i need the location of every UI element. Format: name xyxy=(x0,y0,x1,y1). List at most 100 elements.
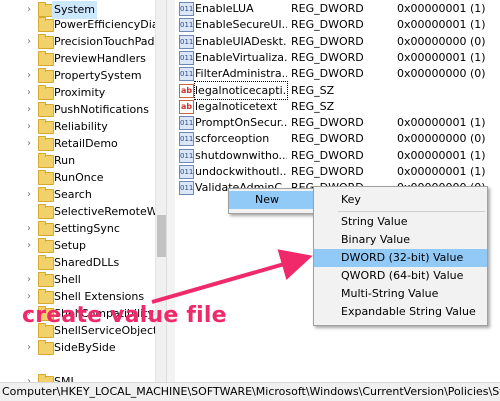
chevron-right-icon[interactable]: › xyxy=(24,84,34,102)
submenu-item[interactable]: DWORD (32-bit) Value xyxy=(314,249,487,267)
value-name: scforceoption xyxy=(195,132,270,146)
chevron-right-icon[interactable] xyxy=(24,254,34,272)
tree-item-label: Shell xyxy=(54,273,81,286)
chevron-right-icon[interactable]: › xyxy=(24,220,34,238)
context-menu-new-label: New xyxy=(255,193,279,206)
submenu-item[interactable]: Expandable String Value xyxy=(314,303,487,321)
dword-value-icon: 011 xyxy=(179,181,194,196)
dword-value-icon: 011 xyxy=(179,116,194,131)
value-row[interactable]: 011 FilterAdministra... REG_DWORD 0x0000000… xyxy=(175,65,500,82)
value-name: PromptOnSecur... xyxy=(195,116,287,130)
submenu-item[interactable]: Key xyxy=(314,191,487,209)
chevron-right-icon[interactable]: › xyxy=(24,135,34,153)
tree-item[interactable]: Run xyxy=(0,152,155,170)
tree-item[interactable]: › Search xyxy=(0,186,155,204)
value-type: REG_SZ xyxy=(291,83,335,97)
value-data: 0x00000001 (1) xyxy=(397,18,486,32)
tree-item[interactable]: RunOnce xyxy=(0,169,155,187)
tree-item[interactable]: › PushNotifications xyxy=(0,101,155,119)
chevron-right-icon[interactable] xyxy=(24,169,34,187)
tree-item[interactable]: › Shell xyxy=(0,271,155,289)
submenu-item[interactable]: Multi-String Value xyxy=(314,285,487,303)
value-data: 0x00000001 (1) xyxy=(397,116,486,130)
tree-item[interactable]: › Proximity xyxy=(0,84,155,102)
value-row[interactable]: 011 EnableUIADeskt... REG_DWORD 0x00000000 … xyxy=(175,33,500,50)
folder-icon xyxy=(38,255,54,270)
chevron-right-icon[interactable] xyxy=(24,203,34,221)
tree-item-label: Proximity xyxy=(54,86,106,99)
value-row[interactable]: 011 undockwithoutl... REG_DWORD 0x00000001 … xyxy=(175,163,500,180)
chevron-right-icon[interactable] xyxy=(24,152,34,170)
value-row[interactable]: 011 shutdownwitho... REG_DWORD 0x00000001 (… xyxy=(175,147,500,164)
tree-item[interactable]: SelectiveRemoteWipe xyxy=(0,203,166,221)
value-name: legalnoticetext xyxy=(195,99,278,113)
submenu-item-label: Binary Value xyxy=(341,233,411,246)
folder-icon xyxy=(38,51,54,66)
submenu-item[interactable]: String Value xyxy=(314,213,487,231)
tree-item[interactable]: › RetailDemo xyxy=(0,135,155,153)
tree-item-label: Run xyxy=(54,154,76,167)
tree-item-label: SharedDLLs xyxy=(54,256,120,269)
tree-scrollbar-thumb[interactable] xyxy=(157,215,166,257)
tree-item[interactable]: PreviewHandlers xyxy=(0,50,155,68)
chevron-right-icon[interactable]: › xyxy=(24,271,34,289)
chevron-right-icon[interactable]: › xyxy=(24,339,34,357)
chevron-right-icon[interactable]: › xyxy=(24,101,34,119)
value-row[interactable]: 011 EnableVirtualiza... REG_DWORD 0x0000000… xyxy=(175,49,500,66)
folder-icon xyxy=(38,17,54,32)
chevron-right-icon[interactable] xyxy=(24,356,34,374)
dword-value-icon: 011 xyxy=(179,148,194,163)
value-type: REG_SZ xyxy=(291,99,335,113)
tree-item-label: PropertySystem xyxy=(54,69,142,82)
tree-item[interactable] xyxy=(0,356,155,374)
tree-item-label: Setup xyxy=(54,239,87,252)
chevron-right-icon[interactable] xyxy=(24,16,34,34)
value-row[interactable]: 011 scforceoption REG_DWORD 0x00000000 (0) xyxy=(175,130,500,147)
chevron-right-icon[interactable]: › xyxy=(24,118,34,136)
chevron-right-icon[interactable]: › xyxy=(24,373,34,382)
value-row[interactable]: 011 EnableSecureUI... REG_DWORD 0x00000001 … xyxy=(175,16,500,33)
folder-icon xyxy=(38,272,54,287)
tree-item[interactable]: SharedDLLs xyxy=(0,254,155,272)
value-row[interactable]: ab legalnoticecapti... REG_SZ xyxy=(175,80,500,100)
chevron-right-icon[interactable]: › xyxy=(24,67,34,85)
tree-item[interactable]: › Reliability xyxy=(0,118,155,136)
chevron-right-icon[interactable] xyxy=(24,50,34,68)
dword-value-icon: 011 xyxy=(179,165,194,179)
tree-item-label: Reliability xyxy=(54,120,108,133)
chevron-right-icon[interactable]: › xyxy=(24,237,34,255)
chevron-right-icon[interactable]: › xyxy=(24,186,34,204)
submenu-item-label: DWORD (32-bit) Value xyxy=(341,251,464,264)
folder-icon xyxy=(38,85,54,100)
tree-item-label: SettingSync xyxy=(54,222,120,235)
tree-item-label: PrecisionTouchPad xyxy=(54,35,155,48)
dword-value-icon: 011 xyxy=(179,18,194,33)
tree-item[interactable]: › Setup xyxy=(0,237,155,255)
dword-value-icon: 011 xyxy=(179,2,194,16)
tree-item[interactable]: › SettingSync xyxy=(0,220,155,238)
folder-icon xyxy=(38,34,54,49)
value-row[interactable]: 011 PromptOnSecur... REG_DWORD 0x00000001 (… xyxy=(175,114,500,131)
value-row[interactable]: ab legalnoticetext REG_SZ xyxy=(175,98,500,115)
tree-item-label: SideBySide xyxy=(54,341,116,354)
tree-item[interactable]: › SideBySide xyxy=(0,339,155,357)
dword-value-icon: 011 xyxy=(179,50,194,65)
tree-item-label: SelectiveRemoteWipe xyxy=(54,205,166,218)
tree-item[interactable]: PowerEfficiencyDiagnos xyxy=(0,16,166,34)
submenu-item-label: Expandable String Value xyxy=(341,305,476,318)
tree-item[interactable]: › PrecisionTouchPad xyxy=(0,33,155,51)
value-row[interactable]: 011 EnableLUA REG_DWORD 0x00000001 (1) xyxy=(175,0,500,17)
value-data: 0x00000000 (0) xyxy=(397,34,486,48)
status-bar: Computer\HKEY_LOCAL_MACHINE\SOFTWARE\Mic… xyxy=(0,382,500,401)
tree-item-label: RunOnce xyxy=(54,171,104,184)
value-data: 0x00000001 (1) xyxy=(397,148,486,162)
value-name: EnableLUA xyxy=(195,2,254,15)
folder-icon xyxy=(38,238,54,253)
tree-item[interactable]: › PropertySystem xyxy=(0,67,155,85)
chevron-right-icon[interactable]: › xyxy=(24,33,34,51)
tree-item[interactable]: › SMI xyxy=(0,373,155,382)
submenu-item[interactable]: Binary Value xyxy=(314,231,487,249)
menu-separator xyxy=(338,211,485,212)
submenu-item[interactable]: QWORD (64-bit) Value xyxy=(314,267,487,285)
value-type: REG_DWORD xyxy=(291,116,364,130)
